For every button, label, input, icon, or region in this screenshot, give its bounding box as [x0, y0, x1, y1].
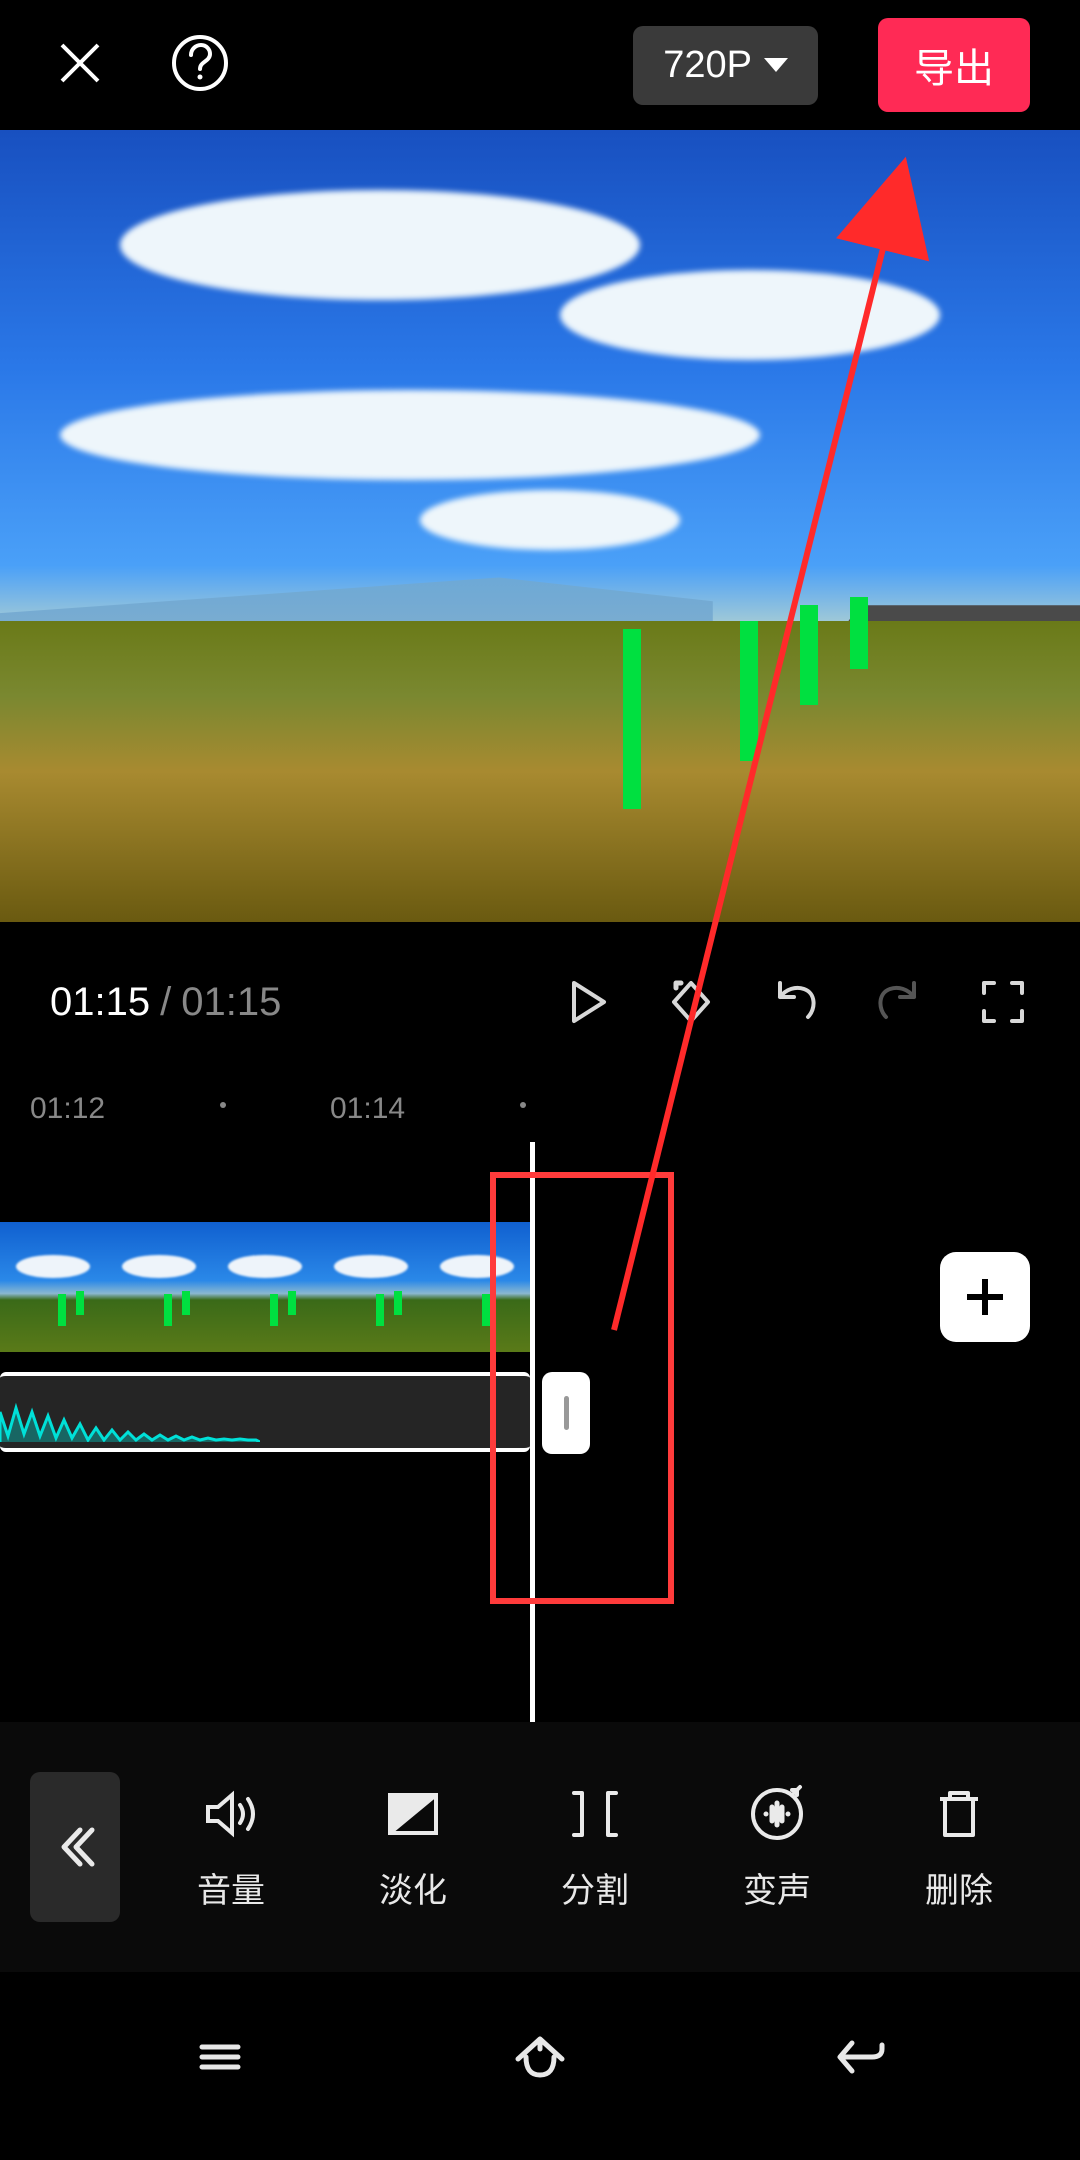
tool-split[interactable]: 分割 [561, 1783, 629, 1912]
chevron-down-icon [764, 58, 788, 72]
keyframe-icon[interactable] [664, 975, 718, 1029]
video-track[interactable] [0, 1222, 530, 1352]
resolution-label: 720P [663, 44, 752, 87]
timeline[interactable]: 01:12 01:14 [0, 1082, 1080, 1722]
total-time: 01:15 [181, 980, 281, 1025]
tool-fade[interactable]: 淡化 [379, 1783, 447, 1912]
resolution-button[interactable]: 720P [633, 26, 818, 105]
video-preview[interactable] [0, 130, 1080, 922]
close-icon[interactable] [50, 33, 110, 98]
undo-icon[interactable] [768, 975, 822, 1029]
time-separator: / [160, 980, 171, 1025]
current-time: 01:15 [50, 980, 150, 1025]
tool-voice[interactable]: 变声 [743, 1783, 811, 1912]
tick-label: 01:12 [30, 1092, 105, 1126]
tick-dot [520, 1102, 526, 1108]
play-icon[interactable] [560, 975, 614, 1029]
tick-label: 01:14 [330, 1092, 405, 1126]
fullscreen-icon[interactable] [976, 975, 1030, 1029]
export-button[interactable]: 导出 [878, 18, 1030, 112]
redo-icon [872, 975, 926, 1029]
collapse-tools-button[interactable] [30, 1772, 120, 1922]
tick-dot [220, 1102, 226, 1108]
nav-back-icon[interactable] [828, 2025, 892, 2089]
nav-menu-icon[interactable] [188, 2025, 252, 2089]
tool-volume[interactable]: 音量 [197, 1783, 265, 1912]
tool-delete[interactable]: 删除 [925, 1783, 993, 1912]
help-icon[interactable] [170, 33, 230, 98]
nav-home-icon[interactable] [508, 2025, 572, 2089]
add-clip-button[interactable] [940, 1252, 1030, 1342]
annotation-box [490, 1172, 674, 1604]
audio-track[interactable] [0, 1372, 530, 1452]
